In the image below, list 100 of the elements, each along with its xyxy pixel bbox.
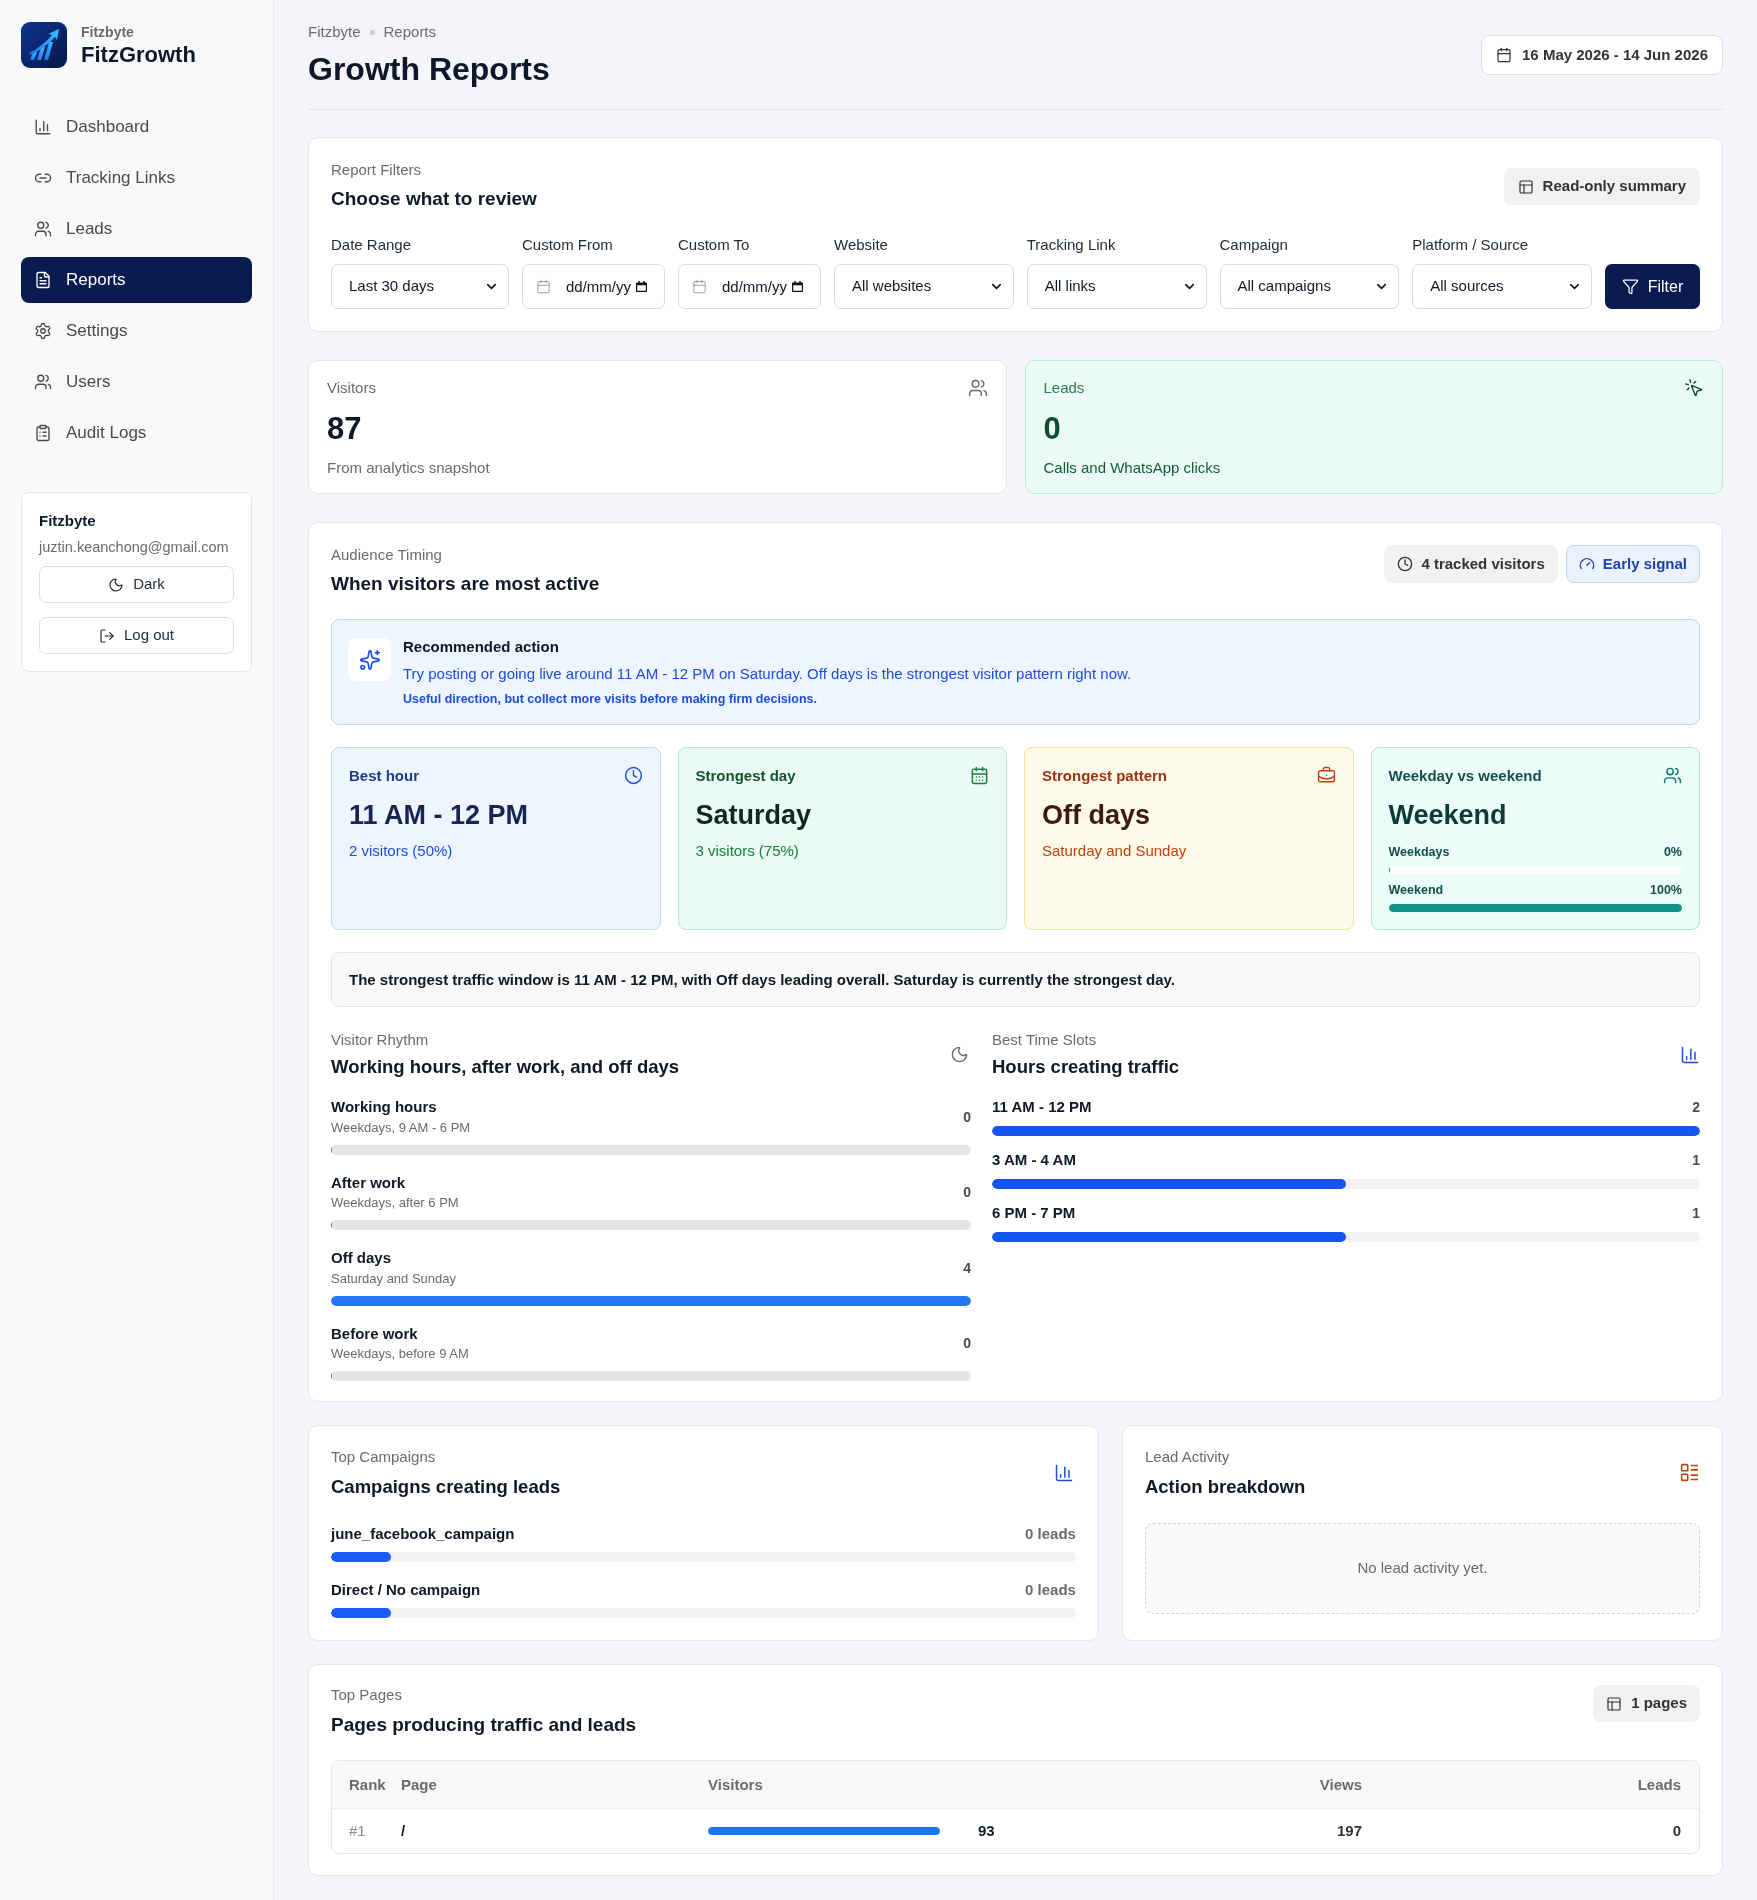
select-field[interactable]: Last 30 days: [331, 264, 509, 309]
column-header: Visitors: [708, 1775, 763, 1793]
sparkles-icon: [348, 638, 391, 681]
users-icon: [34, 220, 52, 238]
breadcrumb-link[interactable]: Reports: [383, 22, 437, 42]
metric-note: Calls and WhatsApp clicks: [1043, 458, 1222, 478]
nav-item[interactable]: Dashboard: [21, 104, 252, 150]
rhythm-count: 0: [963, 1183, 971, 1203]
table-cell-text: 93: [978, 1820, 995, 1841]
date-field[interactable]: dd/mm/yy: [678, 264, 821, 309]
field-label: Custom To: [678, 235, 751, 255]
stat-label: Best hour: [349, 766, 419, 786]
stat-note: 2 visitors (50%): [349, 841, 454, 861]
section-title: Hours creating traffic: [992, 1055, 1180, 1079]
rhythm-label: Working hours: [331, 1097, 438, 1117]
status-badge: Early signal: [1565, 545, 1700, 583]
table-cell: #1: [349, 1822, 366, 1839]
funnel-icon: [1621, 278, 1639, 295]
field-label: Date Range: [331, 235, 413, 255]
stat-note: 3 visitors (75%): [695, 841, 800, 861]
table-cell: 197: [1336, 1822, 1362, 1839]
field-label: Platform / Source: [1412, 235, 1530, 255]
nav-item[interactable]: Settings: [21, 308, 252, 354]
rhythm-label: Before work: [331, 1323, 419, 1344]
nav-item[interactable]: Leads: [21, 206, 252, 252]
campaign-name: june_facebook_campaign: [331, 1523, 515, 1544]
section-title: Working hours, after work, and off days: [331, 1055, 680, 1079]
nav-item[interactable]: Users: [21, 359, 252, 405]
bar-chart-icon: [34, 118, 52, 136]
metric-label: Visitors: [327, 378, 376, 398]
status-badge: 4 tracked visitors: [1384, 545, 1558, 583]
pointer-click-icon: [1684, 378, 1704, 398]
bar-chart-icon: [1680, 1044, 1700, 1065]
brand-org: Fitzbyte: [81, 22, 135, 41]
select-field[interactable]: All links: [1026, 264, 1207, 309]
document-icon: [34, 271, 52, 289]
section-title: Pages producing traffic and leads: [331, 1712, 637, 1737]
clipboard-icon: [34, 424, 52, 442]
rhythm-subtext: Weekdays, 9 AM - 6 PM: [331, 1118, 471, 1137]
moon-icon: [950, 1045, 969, 1064]
stat-label: Strongest day: [695, 766, 796, 786]
stat-note: Saturday and Sunday: [1042, 841, 1188, 861]
pages-count-badge: 1 pages: [1593, 1685, 1700, 1722]
moon-icon: [108, 576, 125, 593]
stat-value: Weekend: [1388, 799, 1508, 831]
nav-item[interactable]: Reports: [21, 257, 252, 303]
empty-state: No lead activity yet.: [1144, 1522, 1700, 1614]
table-icon: [1517, 178, 1534, 195]
table-cell: /: [401, 1822, 406, 1839]
field-label: Campaign: [1219, 235, 1289, 255]
metric-value: 0: [1043, 411, 1062, 447]
metric-value: 87: [327, 411, 363, 447]
date-range-button[interactable]: 16 May 2026 - 14 Jun 2026: [1481, 35, 1723, 75]
filter-button[interactable]: Filter: [1605, 264, 1700, 309]
slot-count: 1: [1692, 1204, 1700, 1223]
users-icon: [1663, 766, 1682, 785]
slot-label: 11 AM - 12 PM: [992, 1097, 1092, 1117]
logout-button[interactable]: Log out: [39, 617, 234, 654]
clock-icon: [623, 766, 643, 785]
rhythm-subtext: Weekdays, before 9 AM: [331, 1345, 469, 1363]
section-label: Audience Timing: [331, 545, 443, 565]
recommendation-text: Try posting or going live around 11 AM - 12 PM on Saturday. Off days is the strongest visitor pattern right now.: [403, 664, 1132, 684]
account-name: Fitzbyte: [39, 511, 97, 531]
select-field[interactable]: All sources: [1412, 264, 1592, 309]
users-icon: [967, 378, 988, 398]
breadcrumb-link[interactable]: Fitzbyte: [308, 22, 361, 42]
rhythm-count: 0: [963, 1334, 971, 1354]
summary-box: The strongest traffic window is 11 AM - 12 PM, with Off days leading overall. Saturday is currently the strongest day.: [331, 952, 1700, 1007]
select-field[interactable]: All websites: [834, 264, 1014, 309]
rhythm-subtext: Saturday and Sunday: [331, 1269, 457, 1288]
briefcase-icon: [1316, 766, 1336, 785]
slot-count: 2: [1692, 1098, 1700, 1117]
nav-item[interactable]: Tracking Links: [21, 155, 252, 201]
nav-item[interactable]: Audit Logs: [21, 410, 252, 456]
settings-icon: [34, 322, 52, 340]
section-label: Lead Activity: [1144, 1447, 1231, 1467]
bar-reading: 100%: [1650, 882, 1682, 898]
rhythm-count: 0: [963, 1107, 971, 1127]
calendar-icon: [692, 279, 707, 294]
bar-label: Weekdays: [1388, 844, 1450, 860]
campaign-leads: 0 leads: [1025, 1579, 1076, 1600]
clock-icon: [1397, 556, 1414, 572]
date-field[interactable]: dd/mm/yy: [522, 264, 665, 309]
calendar-icon: [970, 766, 989, 785]
field-label: Tracking Link: [1026, 235, 1117, 255]
brand-name: FitzGrowth: [81, 40, 196, 68]
field-label: Custom From: [522, 235, 614, 255]
rhythm-subtext: Weekdays, after 6 PM: [331, 1194, 459, 1212]
section-title: When visitors are most active: [331, 572, 600, 596]
theme-button[interactable]: Dark: [39, 566, 234, 603]
stat-value: 11 AM - 12 PM: [349, 799, 530, 831]
select-field[interactable]: All campaigns: [1219, 264, 1400, 309]
metric-label: Leads: [1043, 378, 1085, 398]
calendar-icon: [1496, 47, 1513, 63]
slot-count: 1: [1692, 1151, 1700, 1170]
campaign-name: Direct / No campaign: [331, 1579, 481, 1600]
section-title: Choose what to review: [331, 187, 537, 211]
section-label: Visitor Rhythm: [331, 1030, 430, 1050]
column-header: Page: [401, 1775, 437, 1793]
account-email: juztin.keanchong@gmail.com: [39, 538, 230, 557]
